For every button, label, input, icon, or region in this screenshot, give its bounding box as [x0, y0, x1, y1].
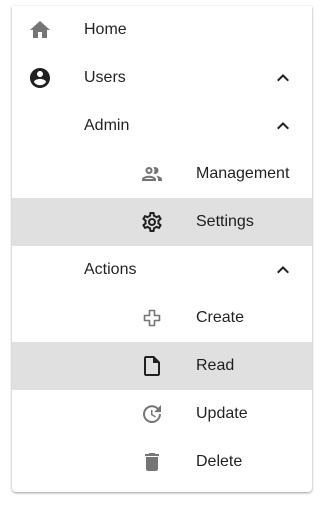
- nav-item-settings[interactable]: Settings: [12, 198, 312, 246]
- nav-item-home-label: Home: [84, 21, 127, 38]
- nav-item-update[interactable]: Update: [12, 390, 312, 438]
- nav-item-management-label: Management: [196, 165, 290, 182]
- nav-item-update-label: Update: [196, 405, 248, 422]
- nav-item-read-label: Read: [196, 357, 235, 374]
- nav-item-users-label: Users: [84, 69, 126, 86]
- add-outline-icon: [140, 306, 164, 330]
- nav-item-actions[interactable]: Actions: [12, 246, 312, 294]
- account-circle-icon: [28, 66, 52, 90]
- people-outline-icon: [140, 162, 164, 186]
- gear-icon: [140, 210, 164, 234]
- file-icon: [140, 354, 164, 378]
- nav-item-admin-label: Admin: [84, 117, 130, 134]
- nested-nav-list: Home Users Admin Management Settings Act…: [12, 6, 312, 492]
- nav-item-delete[interactable]: Delete: [12, 438, 312, 486]
- chevron-up-icon[interactable]: [271, 258, 295, 282]
- nav-item-actions-label: Actions: [84, 261, 137, 278]
- trash-icon: [140, 450, 164, 474]
- nav-item-settings-label: Settings: [196, 213, 254, 230]
- chevron-up-icon[interactable]: [271, 114, 295, 138]
- home-icon: [28, 18, 52, 42]
- nav-item-delete-label: Delete: [196, 453, 243, 470]
- chevron-up-icon[interactable]: [271, 66, 295, 90]
- nav-item-users[interactable]: Users: [12, 54, 312, 102]
- nav-item-create[interactable]: Create: [12, 294, 312, 342]
- nav-item-home[interactable]: Home: [12, 6, 312, 54]
- nav-item-create-label: Create: [196, 309, 245, 326]
- nav-item-admin[interactable]: Admin: [12, 102, 312, 150]
- nav-item-read[interactable]: Read: [12, 342, 312, 390]
- nav-item-management[interactable]: Management: [12, 150, 312, 198]
- update-icon: [140, 402, 164, 426]
